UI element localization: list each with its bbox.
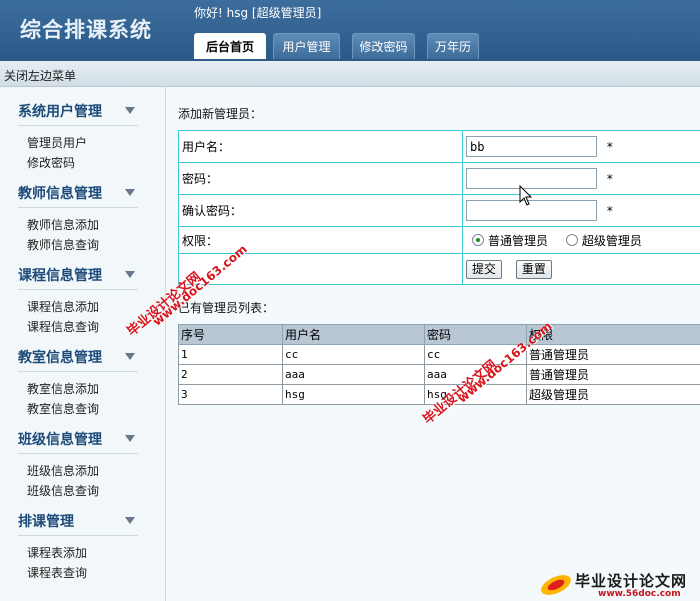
sidebar: 系统用户管理 管理员用户 修改密码 教师信息管理 教师信息添加 教师信息查询 课… xyxy=(0,87,166,601)
password-cell: * xyxy=(462,162,700,195)
divider xyxy=(18,125,138,126)
close-left-menu-link[interactable]: 关闭左边菜单 xyxy=(4,67,76,84)
form-row-password: 密码： * xyxy=(178,162,700,195)
watermark-logo-text: 毕业设计论文网 xyxy=(575,572,688,590)
role-option-super-label: 超级管理员 xyxy=(581,233,642,248)
sidebar-item-classroom-add[interactable]: 教室信息添加 xyxy=(27,380,99,397)
divider xyxy=(18,453,138,454)
chevron-down-icon[interactable] xyxy=(125,435,135,442)
add-admin-heading: 添加新管理员： xyxy=(178,107,263,121)
divider xyxy=(18,371,138,372)
main-content: 添加新管理员： 用户名： * 密码： * 确认密码： * 权限： xyxy=(166,87,700,601)
sidebar-group-title[interactable]: 教师信息管理 xyxy=(18,183,102,203)
watermark-logo-url: www.56doc.com xyxy=(598,589,681,599)
role-cell: 普通管理员 超级管理员 xyxy=(462,226,700,254)
sidebar-item-classroom-query[interactable]: 教室信息查询 xyxy=(27,400,99,417)
sidebar-item-schedule-add[interactable]: 课程表添加 xyxy=(27,544,87,561)
form-row-actions: 提交 重置 xyxy=(178,253,700,285)
table-header-row: 序号 用户名 密码 权限 xyxy=(178,324,700,345)
rocket-logo-icon xyxy=(541,575,571,595)
sidebar-item-course-add[interactable]: 课程信息添加 xyxy=(27,298,99,315)
password-label: 密码： xyxy=(178,162,463,195)
chevron-down-icon[interactable] xyxy=(125,107,135,114)
username-input[interactable] xyxy=(466,136,597,157)
sidebar-item-admin-users[interactable]: 管理员用户 xyxy=(27,134,87,151)
reset-button[interactable]: 重置 xyxy=(515,259,552,279)
tab-calendar[interactable]: 万年历 xyxy=(427,33,479,59)
app-title: 综合排课系统 xyxy=(20,18,152,42)
tab-change-password[interactable]: 修改密码 xyxy=(352,33,415,59)
tab-home[interactable]: 后台首页 xyxy=(194,33,266,59)
form-row-role: 权限： 普通管理员 超级管理员 xyxy=(178,226,700,254)
sidebar-item-class-query[interactable]: 班级信息查询 xyxy=(27,482,99,499)
divider xyxy=(18,535,138,536)
admin-list-table: 序号 用户名 密码 权限 1 cc cc 普通管理员 2 aaa aaa 普通管… xyxy=(178,324,700,405)
sidebar-item-change-password[interactable]: 修改密码 xyxy=(27,154,75,171)
cell-username: cc xyxy=(282,344,425,365)
cell-username: hsg xyxy=(282,384,425,405)
menu-toolbar: 关闭左边菜单 xyxy=(0,61,700,87)
table-row: 1 cc cc 普通管理员 xyxy=(178,344,700,365)
submit-button[interactable]: 提交 xyxy=(466,259,503,279)
chevron-down-icon[interactable] xyxy=(125,353,135,360)
sidebar-item-course-query[interactable]: 课程信息查询 xyxy=(27,318,99,335)
admin-list-heading: 已有管理员列表： xyxy=(178,301,275,315)
mouse-cursor-icon xyxy=(519,185,533,206)
chevron-down-icon[interactable] xyxy=(125,271,135,278)
divider xyxy=(18,207,138,208)
column-header: 密码 xyxy=(424,324,527,345)
role-label: 权限： xyxy=(178,226,463,254)
divider xyxy=(18,289,138,290)
form-row-username: 用户名： * xyxy=(178,130,700,163)
cell-role: 超级管理员 xyxy=(526,384,700,405)
role-option-normal-label: 普通管理员 xyxy=(488,233,549,248)
cell-role: 普通管理员 xyxy=(526,344,700,365)
column-header: 用户名 xyxy=(282,324,425,345)
table-row: 2 aaa aaa 普通管理员 xyxy=(178,364,700,385)
user-greeting: 你好! hsg [超级管理员] xyxy=(194,6,322,20)
sidebar-group-title[interactable]: 系统用户管理 xyxy=(18,101,102,121)
chevron-down-icon[interactable] xyxy=(125,189,135,196)
cell-id: 3 xyxy=(178,384,283,405)
app-header: 综合排课系统 你好! hsg [超级管理员] 后台首页 用户管理 修改密码 万年… xyxy=(0,0,700,61)
add-admin-form: 用户名： * 密码： * 确认密码： * 权限： 普通管理员 超级管理员 xyxy=(178,130,700,285)
confirm-password-label: 确认密码： xyxy=(178,194,463,227)
tab-user-management[interactable]: 用户管理 xyxy=(273,33,340,59)
cell-username: aaa xyxy=(282,364,425,385)
sidebar-item-schedule-query[interactable]: 课程表查询 xyxy=(27,564,87,581)
sidebar-group-title[interactable]: 教室信息管理 xyxy=(18,347,102,367)
cell-id: 2 xyxy=(178,364,283,385)
actions-cell: 提交 重置 xyxy=(462,253,700,285)
sidebar-item-class-add[interactable]: 班级信息添加 xyxy=(27,462,99,479)
required-mark: * xyxy=(606,139,613,154)
required-mark: * xyxy=(606,203,613,218)
sidebar-group-title[interactable]: 课程信息管理 xyxy=(18,265,102,285)
required-mark: * xyxy=(606,171,613,186)
form-row-confirm-password: 确认密码： * xyxy=(178,194,700,227)
role-radio-super[interactable] xyxy=(565,234,578,246)
sidebar-group-title[interactable]: 班级信息管理 xyxy=(18,429,102,449)
username-cell: * xyxy=(462,130,700,163)
column-header: 序号 xyxy=(178,324,283,345)
cell-role: 普通管理员 xyxy=(526,364,700,385)
sidebar-item-teacher-query[interactable]: 教师信息查询 xyxy=(27,236,99,253)
sidebar-item-teacher-add[interactable]: 教师信息添加 xyxy=(27,216,99,233)
cell-id: 1 xyxy=(178,344,283,365)
sidebar-group-title[interactable]: 排课管理 xyxy=(18,511,74,531)
chevron-down-icon[interactable] xyxy=(125,517,135,524)
role-radio-normal[interactable] xyxy=(472,234,484,246)
confirm-password-cell: * xyxy=(462,194,700,227)
username-label: 用户名： xyxy=(178,130,463,163)
